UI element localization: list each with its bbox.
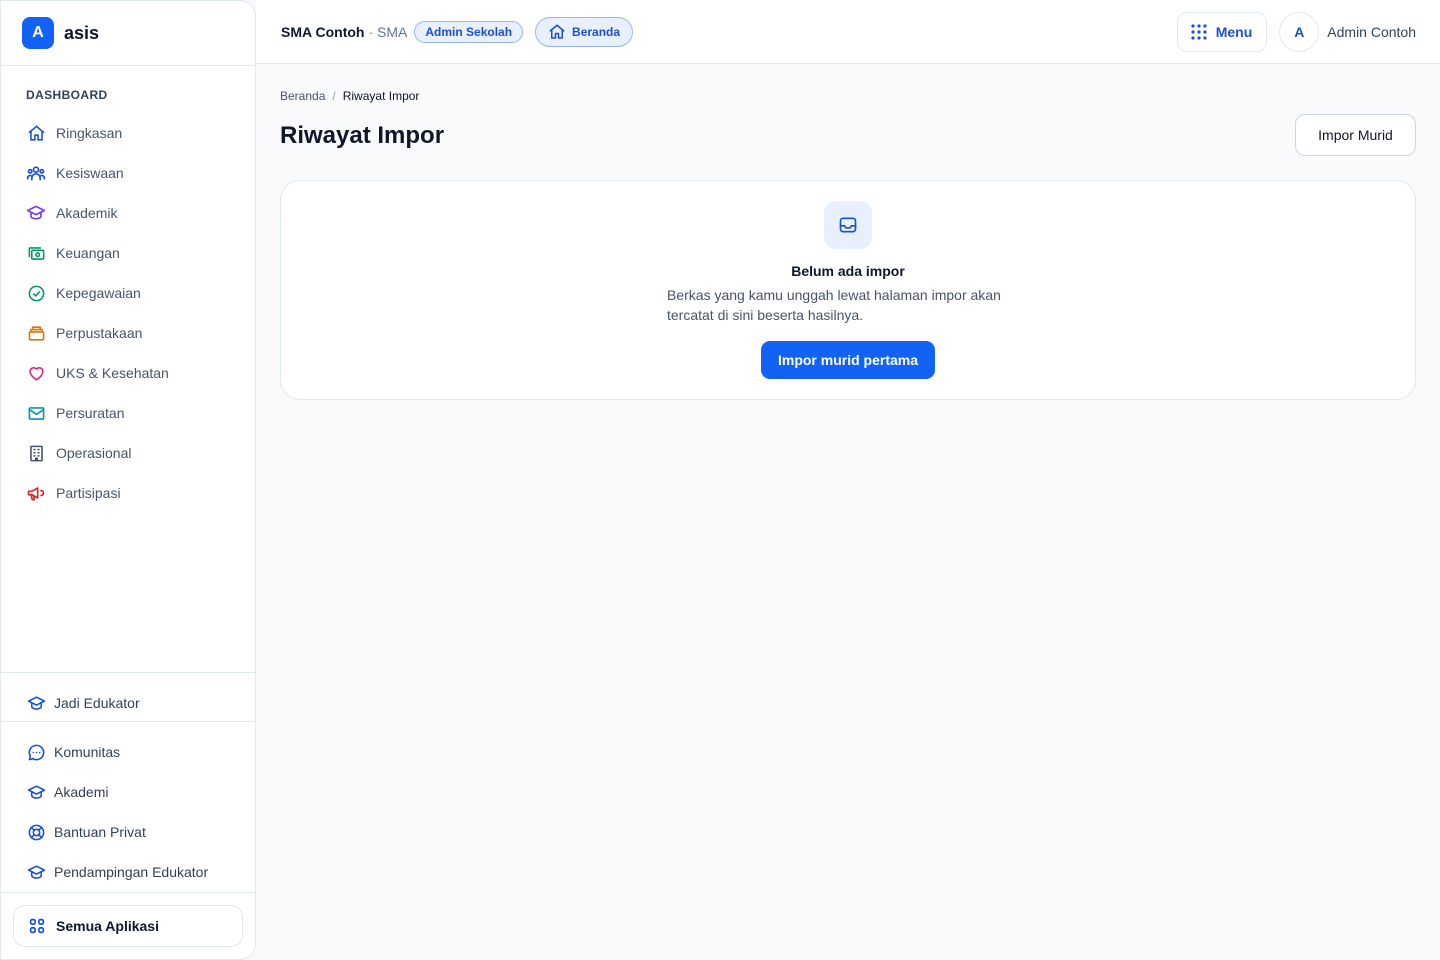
inbox-icon bbox=[824, 201, 872, 249]
library-icon bbox=[26, 323, 46, 343]
sidebar-item-persuratan[interactable]: Persuratan bbox=[1, 393, 255, 433]
breadcrumb-separator: / bbox=[332, 89, 336, 103]
title-row: Riwayat Impor Impor Murid bbox=[280, 114, 1416, 156]
user-name[interactable]: Admin Contoh bbox=[1327, 24, 1416, 40]
main-content: Beranda / Riwayat Impor Riwayat Impor Im… bbox=[280, 64, 1416, 400]
cash-icon bbox=[26, 243, 46, 263]
breadcrumb: Beranda / Riwayat Impor bbox=[280, 89, 1416, 103]
sidebar-item-uks-kesehatan[interactable]: UKS & Kesehatan bbox=[1, 353, 255, 393]
all-apps-label: Semua Aplikasi bbox=[56, 918, 159, 934]
home-icon bbox=[548, 23, 566, 41]
sidebar-item-label: Bantuan Privat bbox=[54, 824, 146, 840]
chat-icon bbox=[26, 742, 46, 762]
lifebuoy-icon bbox=[26, 822, 46, 842]
sidebar-item-label: Ringkasan bbox=[56, 125, 123, 141]
nav-section-title: DASHBOARD bbox=[26, 88, 108, 102]
sidebar: A asis DASHBOARD Ringkasan Kesiswaan Aka… bbox=[0, 0, 256, 960]
sidebar-bottom-primary: Jadi Edukator bbox=[1, 672, 255, 721]
sidebar-item-label: Operasional bbox=[56, 445, 132, 461]
sidebar-item-kesiswaan[interactable]: Kesiswaan bbox=[1, 153, 255, 193]
sidebar-item-partisipasi[interactable]: Partisipasi bbox=[1, 473, 255, 513]
sidebar-item-label: Jadi Edukator bbox=[54, 695, 140, 711]
sidebar-item-label: Akademi bbox=[54, 784, 109, 800]
users-icon bbox=[26, 163, 46, 183]
sidebar-item-label: Persuratan bbox=[56, 405, 125, 421]
graduation-cap-icon bbox=[26, 693, 46, 713]
sidebar-item-kepegawaian[interactable]: Kepegawaian bbox=[1, 273, 255, 313]
brand[interactable]: A asis bbox=[1, 1, 255, 66]
all-apps-section: Semua Aplikasi bbox=[1, 892, 255, 959]
topbar: SMA Contoh · SMA Admin Sekolah Beranda M… bbox=[256, 0, 1440, 64]
sidebar-item-label: UKS & Kesehatan bbox=[56, 365, 169, 381]
role-badge: Admin Sekolah bbox=[414, 20, 524, 43]
sidebar-bottom-links: Komunitas Akademi Bantuan Privat Pendamp… bbox=[1, 721, 255, 892]
sidebar-item-operasional[interactable]: Operasional bbox=[1, 433, 255, 473]
sidebar-item-label: Pendampingan Edukator bbox=[54, 864, 209, 880]
import-first-student-button[interactable]: Impor murid pertama bbox=[761, 341, 935, 379]
school-level: · SMA bbox=[368, 23, 408, 40]
sidebar-item-jadi-edukator[interactable]: Jadi Edukator bbox=[1, 683, 255, 723]
graduation-cap-icon bbox=[26, 782, 46, 802]
mail-icon bbox=[26, 403, 46, 423]
megaphone-icon bbox=[26, 483, 46, 503]
all-apps-button[interactable]: Semua Aplikasi bbox=[13, 905, 243, 947]
school-name: SMA Contoh bbox=[281, 23, 365, 40]
building-icon bbox=[26, 443, 46, 463]
sidebar-item-bantuan-privat[interactable]: Bantuan Privat bbox=[1, 812, 255, 852]
graduation-cap-icon bbox=[26, 203, 46, 223]
sidebar-item-label: Kepegawaian bbox=[56, 285, 141, 301]
badge-check-icon bbox=[26, 283, 46, 303]
sidebar-item-label: Komunitas bbox=[54, 744, 121, 760]
sidebar-item-label: Kesiswaan bbox=[56, 165, 124, 181]
heart-icon bbox=[26, 363, 46, 383]
empty-state-title: Belum ada impor bbox=[791, 263, 905, 279]
menu-label: Menu bbox=[1215, 23, 1253, 40]
grid-dots-icon bbox=[1190, 23, 1208, 41]
home-badge[interactable]: Beranda bbox=[535, 16, 634, 47]
empty-state-card: Belum ada impor Berkas yang kamu unggah … bbox=[280, 180, 1416, 400]
grid-icon bbox=[28, 917, 46, 935]
home-badge-label: Beranda bbox=[572, 24, 621, 39]
page-title: Riwayat Impor bbox=[280, 122, 445, 149]
sidebar-item-ringkasan[interactable]: Ringkasan bbox=[1, 113, 255, 153]
home-icon bbox=[26, 123, 46, 143]
nav-list: Ringkasan Kesiswaan Akademik Keuangan Ke… bbox=[1, 113, 255, 513]
graduation-cap-icon bbox=[26, 862, 46, 882]
sidebar-item-akademik[interactable]: Akademik bbox=[1, 193, 255, 233]
avatar[interactable]: A bbox=[1279, 11, 1320, 52]
empty-state-description: Berkas yang kamu unggah lewat halaman im… bbox=[667, 287, 1001, 323]
brand-name: asis bbox=[64, 22, 100, 43]
sidebar-item-label: Akademik bbox=[56, 205, 118, 221]
breadcrumb-current: Riwayat Impor bbox=[342, 89, 420, 103]
menu-button[interactable]: Menu bbox=[1176, 11, 1268, 52]
sidebar-item-label: Partisipasi bbox=[56, 485, 121, 501]
sidebar-item-akademi[interactable]: Akademi bbox=[1, 772, 255, 812]
sidebar-item-label: Perpustakaan bbox=[56, 325, 143, 341]
sidebar-item-perpustakaan[interactable]: Perpustakaan bbox=[1, 313, 255, 353]
sidebar-item-keuangan[interactable]: Keuangan bbox=[1, 233, 255, 273]
sidebar-item-label: Keuangan bbox=[56, 245, 120, 261]
import-students-button[interactable]: Impor Murid bbox=[1295, 114, 1416, 156]
sidebar-item-pendampingan-edukator[interactable]: Pendampingan Edukator bbox=[1, 852, 255, 892]
breadcrumb-home-link[interactable]: Beranda bbox=[280, 89, 325, 103]
brand-logo: A bbox=[22, 17, 54, 49]
sidebar-item-komunitas[interactable]: Komunitas bbox=[1, 732, 255, 772]
